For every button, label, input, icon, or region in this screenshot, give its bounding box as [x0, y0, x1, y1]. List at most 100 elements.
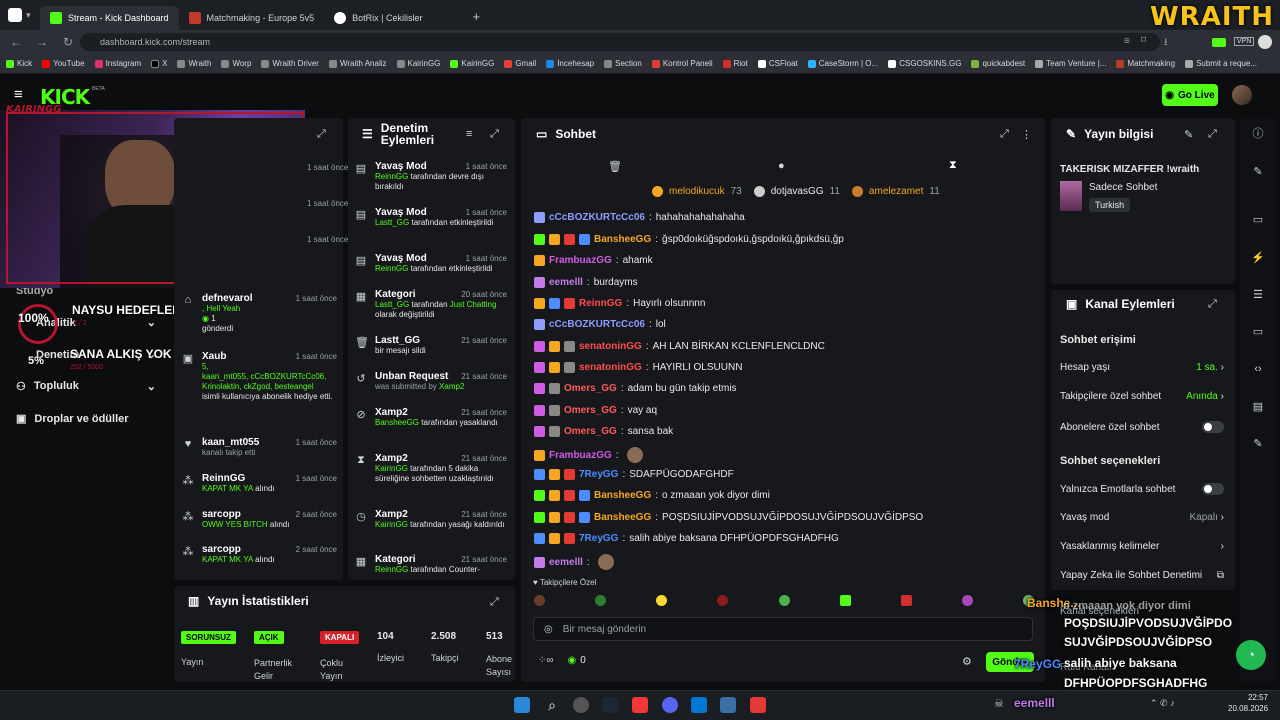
emote-icon[interactable]	[961, 595, 973, 606]
chat-username[interactable]: Omers_GG	[564, 405, 617, 416]
reader-icon[interactable]: ≡	[1124, 36, 1130, 47]
bookmark-kick[interactable]: Kick	[6, 59, 32, 68]
chat-username[interactable]: senatoninGG	[579, 341, 642, 352]
emote-icon[interactable]	[534, 595, 545, 606]
code-icon[interactable]: ‹›	[1248, 359, 1268, 379]
bookmark-wraith-analiz[interactable]: Wraith Analiz	[328, 59, 387, 68]
filter-icon[interactable]: ≡	[466, 128, 472, 140]
chat-username[interactable]: senatoninGG	[579, 362, 642, 373]
go-live-button[interactable]: ◉ Go Live	[1162, 84, 1218, 106]
emote-icon[interactable]	[778, 595, 790, 606]
hamburger-menu-icon[interactable]: ≡	[14, 86, 23, 103]
bookmark-section[interactable]: Section	[604, 59, 642, 68]
wrench-icon[interactable]: ✎	[1248, 434, 1268, 454]
followers-chat-row[interactable]: Takipçilere özel sohbet Anında ›	[1060, 391, 1224, 402]
bookmark-quickabdest[interactable]: quickabdest	[971, 59, 1025, 68]
subs-chat-toggle[interactable]	[1202, 421, 1224, 433]
bookmark-gmail[interactable]: Gmail	[504, 59, 536, 68]
back-icon[interactable]: ←	[8, 34, 24, 50]
chat-username[interactable]: BansheeGG	[594, 512, 651, 523]
emote-icon[interactable]	[717, 595, 729, 606]
kick-extension-icon[interactable]	[1212, 38, 1226, 47]
popout-icon[interactable]: ⤢	[490, 596, 499, 609]
list-icon[interactable]: ☰	[1248, 285, 1268, 305]
trash-icon[interactable]: 🗑	[608, 160, 622, 173]
chat-username[interactable]: BansheeGG	[594, 490, 651, 501]
chat-username[interactable]: ReinnGG	[579, 298, 622, 309]
tab-botrix[interactable]: BotRix | Cekilisler	[324, 6, 432, 30]
ai-moderation-row[interactable]: Yapay Zeka ile Sohbet Denetimi ⧉	[1060, 570, 1224, 581]
popout-icon[interactable]: ⤢	[1208, 128, 1217, 141]
vpn-badge[interactable]: VPN	[1234, 37, 1255, 46]
emote-icon[interactable]	[900, 595, 912, 606]
sidebar-item-drops[interactable]: ▣ Droplar ve ödüller	[16, 412, 129, 426]
chat-username[interactable]: FrambuazGG	[549, 450, 612, 461]
app-icon[interactable]	[720, 697, 736, 713]
bookmark-casestorm[interactable]: CaseStorm | O...	[807, 59, 878, 68]
clock[interactable]: 22:57 20.08.2026	[1228, 692, 1268, 714]
chat-icon[interactable]: ●	[778, 160, 785, 172]
server-icon[interactable]: ▤	[1248, 397, 1268, 417]
bookmark-csfloat[interactable]: CSFloat	[757, 59, 798, 68]
chat-username[interactable]: Omers_GG	[564, 426, 617, 437]
emote-icon[interactable]	[595, 595, 607, 606]
hourglass-icon[interactable]: ⧗	[949, 159, 957, 172]
vivaldi-icon[interactable]	[8, 8, 22, 22]
popout-icon[interactable]: ⤢	[1000, 128, 1009, 141]
chat-username[interactable]: Omers_GG	[564, 383, 617, 394]
chat-username[interactable]: cCcBOZKURTcCc06	[549, 212, 645, 223]
support-chat-button[interactable]: ◔	[1236, 640, 1266, 670]
chat-input[interactable]: ◎ Bir mesaj gönderin	[533, 617, 1033, 641]
chat-username[interactable]: BansheeGG	[594, 234, 651, 245]
popout-icon[interactable]: ⤢	[317, 128, 326, 141]
emote-only-toggle[interactable]	[1202, 483, 1224, 495]
account-age-row[interactable]: Hesap yaşı 1 sa. ›	[1060, 362, 1224, 373]
bookmark-wraith[interactable]: Wraith	[177, 59, 211, 68]
search-icon[interactable]: ⌕	[544, 697, 560, 713]
forward-icon[interactable]: →	[34, 34, 50, 50]
bookmark-x[interactable]: X	[151, 59, 167, 68]
chat-username[interactable]: cCcBOZKURTcCc06	[549, 319, 645, 330]
reload-icon[interactable]: ↻	[60, 34, 76, 50]
bookmark-kairingg[interactable]: KairinGG	[396, 59, 440, 68]
edit-icon[interactable]: ✎	[1184, 128, 1193, 141]
bookmark-worp[interactable]: Worp	[221, 59, 251, 68]
bookmark-submit-request[interactable]: Submit a reque...	[1185, 59, 1257, 68]
app-icon[interactable]	[573, 697, 589, 713]
vivaldi-taskbar-icon[interactable]	[632, 697, 648, 713]
sidebar-item-community[interactable]: ⚇ Topluluk ⌄	[16, 380, 156, 393]
chevron-down-icon[interactable]: ▾	[26, 10, 31, 21]
bookmark-icon[interactable]: ⌑	[1141, 35, 1146, 46]
popout-icon[interactable]: ⤢	[1208, 298, 1217, 311]
shield-app-icon[interactable]	[750, 697, 766, 713]
bookmark-instagram[interactable]: Instagram	[94, 59, 141, 68]
tab-kick-dashboard[interactable]: Stream - Kick Dashboard	[40, 6, 179, 30]
emote-icon[interactable]	[656, 595, 668, 606]
bookmark-riot[interactable]: Riot	[722, 59, 748, 68]
chat-username[interactable]: 7ReyGG	[579, 469, 618, 480]
bookmark-kairingg-2[interactable]: KairinGG	[450, 59, 494, 68]
bookmark-wraith-driver[interactable]: Wraith Driver	[261, 59, 319, 68]
chat-username[interactable]: eemelll	[549, 557, 583, 568]
more-options-icon[interactable]: ⋮	[1021, 128, 1032, 141]
slow-mode-row[interactable]: Yavaş mod Kapalı ›	[1060, 512, 1224, 523]
bookmark-youtube[interactable]: YouTube	[42, 59, 85, 68]
chat-icon[interactable]: ▭	[1248, 322, 1268, 342]
windows-start-icon[interactable]	[514, 697, 530, 713]
url-field[interactable]: dashboard.kick.com/stream	[80, 33, 1160, 51]
gear-icon[interactable]: ⚙	[962, 655, 972, 668]
bookmark-kontrol-paneli[interactable]: Kontrol Paneli	[651, 59, 713, 68]
profile-icon[interactable]	[1258, 35, 1272, 49]
chat-username[interactable]: 7ReyGG	[579, 533, 618, 544]
download-icon[interactable]: ⭳	[1164, 35, 1168, 52]
banned-words-row[interactable]: Yasaklanmış kelimeler ›	[1060, 541, 1224, 552]
bookmark-team-venture[interactable]: Team Venture |...	[1035, 59, 1106, 68]
browser-menu[interactable]: ▾	[0, 8, 40, 22]
card-icon[interactable]: ▭	[1248, 210, 1268, 230]
pencil-icon[interactable]: ✎	[1248, 162, 1268, 182]
tab-matchmaking[interactable]: Matchmaking - Europe 5v5	[179, 6, 325, 30]
lightning-icon[interactable]: ⚡	[1248, 248, 1268, 268]
steam-icon[interactable]	[602, 697, 618, 713]
discord-icon[interactable]	[662, 697, 678, 713]
new-tab-button[interactable]: +	[472, 9, 480, 24]
